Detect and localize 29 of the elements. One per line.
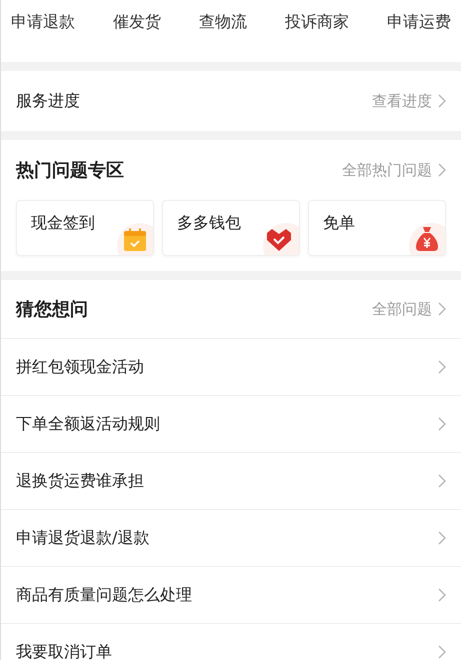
calendar-icon	[123, 228, 147, 252]
action-tab[interactable]: 申请运费	[383, 10, 455, 35]
section-title: 猜您想问	[16, 298, 88, 321]
topic-card[interactable]: 现金签到	[16, 200, 154, 256]
chevron-right-icon	[438, 588, 446, 602]
chevron-right-icon	[438, 531, 446, 545]
chevron-right-icon	[438, 302, 446, 316]
money-bag-icon	[415, 226, 439, 252]
chevron-right-icon	[438, 474, 446, 488]
question-item[interactable]: 申请退货退款/退款	[1, 510, 461, 567]
action-tab[interactable]: 查物流	[195, 10, 251, 35]
question-item[interactable]: 商品有质量问题怎么处理	[1, 567, 461, 624]
chevron-right-icon	[438, 645, 446, 659]
question-item[interactable]: 退换货运费谁承担	[1, 453, 461, 510]
section-title: 服务进度	[16, 90, 80, 112]
chevron-right-icon	[438, 360, 446, 374]
question-item[interactable]: 下单全额返活动规则	[1, 396, 461, 453]
heart-check-icon	[265, 228, 293, 252]
topic-card[interactable]: 多多钱包	[162, 200, 300, 256]
chevron-right-icon	[438, 163, 446, 177]
chevron-right-icon	[438, 417, 446, 431]
question-item[interactable]: 我要取消订单	[1, 624, 461, 660]
section-title: 热门问题专区	[16, 159, 124, 182]
action-tab[interactable]: 投诉商家	[281, 10, 353, 35]
action-tab[interactable]: 催发货	[109, 10, 165, 35]
topic-card[interactable]: 免单	[308, 200, 446, 256]
question-item[interactable]: 拼红包领现金活动	[1, 339, 461, 396]
chevron-right-icon	[438, 94, 446, 108]
action-tab[interactable]: 申请退款	[7, 10, 79, 35]
